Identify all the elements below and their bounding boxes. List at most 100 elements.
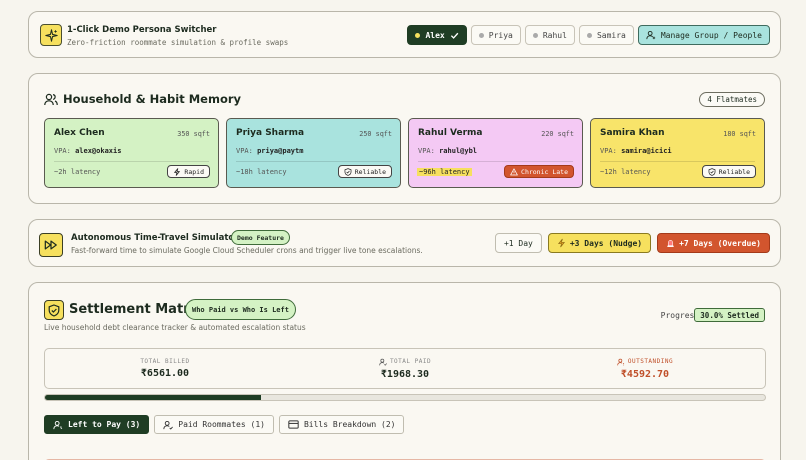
member-sqft: 220 sqft: [541, 130, 574, 138]
stat-value: ₹1968.30: [380, 368, 430, 380]
user-clock-icon: [53, 420, 63, 429]
divider: [600, 161, 755, 162]
member-vpa: VPA: samira@icici: [600, 147, 672, 155]
member-name: Priya Sharma: [236, 128, 305, 138]
tab-bills-breakdown[interactable]: Bills Breakdown (2): [278, 415, 405, 434]
member-vpa: VPA: rahul@ybl: [418, 147, 477, 155]
demo-feature-badge: Demo Feature: [231, 230, 290, 245]
status-dot-icon: [586, 32, 592, 38]
stat-label-row: TOTAL PAID: [379, 358, 431, 366]
tag-label: Rapid: [184, 167, 204, 176]
member-sqft: 350 sqft: [177, 130, 210, 138]
settlement-title: Settlement Matrix: [69, 302, 203, 317]
settlement-stats: TOTAL BILLED ₹6561.00 TOTAL PAID ₹1968.3…: [44, 348, 766, 389]
simulator-subtitle: Fast-forward time to simulate Google Clo…: [71, 246, 423, 255]
status-dot-icon: [478, 32, 484, 38]
total-billed-stat: TOTAL BILLED ₹6561.00: [45, 349, 285, 388]
who-paid-badge: Who Paid vs Who Is Left: [185, 299, 296, 320]
member-sqft: 180 sqft: [723, 130, 756, 138]
plus-seven-days-button[interactable]: +7 Days (Overdue): [657, 233, 770, 253]
member-vpa: VPA: priya@paytm: [236, 147, 303, 155]
divider: [236, 161, 391, 162]
member-latency: ~96h latency: [417, 168, 472, 176]
lightning-icon: [174, 167, 181, 176]
divider: [418, 161, 573, 162]
member-latency: ~2h latency: [54, 168, 101, 176]
credit-card-icon: [288, 420, 299, 429]
chronic-late-badge: Chronic Late: [504, 165, 574, 178]
flatmates-count-badge: 4 Flatmates: [699, 92, 765, 107]
member-card-alex[interactable]: Alex Chen 350 sqft VPA: alex@okaxis ~2h …: [44, 118, 219, 188]
user-check-icon: [379, 358, 387, 366]
manage-group-label: Manage Group / People: [660, 30, 762, 40]
switcher-subtitle: Zero-friction roommate simulation & prof…: [67, 38, 289, 47]
users-icon: [44, 93, 58, 105]
divider: [54, 161, 209, 162]
household-panel: Household & Habit Memory 4 Flatmates Ale…: [28, 73, 781, 204]
reliable-badge: Reliable: [701, 165, 756, 178]
siren-icon: [667, 240, 674, 247]
settlement-subtitle: Live household debt clearance tracker & …: [44, 323, 306, 332]
tab-label: Bills Breakdown (2): [303, 420, 396, 429]
outstanding-stat: OUTSTANDING ₹4592.70: [525, 349, 765, 388]
member-card-samira[interactable]: Samira Khan 180 sqft VPA: samira@icici ~…: [590, 118, 765, 188]
member-sqft: 250 sqft: [359, 130, 392, 138]
button-label: +7 Days (Overdue): [679, 238, 761, 248]
status-dot-icon: [532, 32, 538, 38]
rapid-badge: Rapid: [167, 165, 210, 178]
tag-label: Reliable: [354, 167, 386, 176]
member-card-priya[interactable]: Priya Sharma 250 sqft VPA: priya@paytm ~…: [226, 118, 401, 188]
user-alert-icon: [617, 358, 624, 365]
fast-forward-icon: [39, 233, 63, 257]
button-label: +3 Days (Nudge): [569, 238, 643, 248]
persona-label: Priya: [488, 30, 513, 40]
member-card-rahul[interactable]: Rahul Verma 220 sqft VPA: rahul@ybl ~96h…: [408, 118, 583, 188]
persona-rahul-button[interactable]: Rahul: [524, 25, 575, 45]
tab-label: Left to Pay (3): [68, 420, 141, 429]
user-settings-icon: [646, 30, 656, 40]
member-latency: ~12h latency: [600, 168, 651, 176]
household-title: Household & Habit Memory: [63, 92, 242, 106]
member-name: Samira Khan: [600, 128, 665, 138]
vpa-label: VPA:: [54, 147, 71, 155]
stat-label: TOTAL BILLED: [140, 358, 190, 365]
stat-value: ₹6561.00: [140, 368, 190, 379]
user-check-icon: [163, 420, 174, 430]
stat-value: ₹4592.70: [620, 368, 670, 380]
tab-paid-roommates[interactable]: Paid Roommates (1): [154, 415, 274, 434]
stat-label: TOTAL PAID: [389, 358, 432, 365]
plus-three-days-button[interactable]: +3 Days (Nudge): [547, 233, 652, 253]
persona-samira-button[interactable]: Samira: [578, 25, 634, 45]
shield-icon: [44, 300, 64, 320]
status-dot-icon: [415, 32, 421, 38]
tab-label: Paid Roommates (1): [178, 420, 265, 429]
vpa-value: samira@icici: [621, 147, 672, 155]
tag-label: Chronic Late: [521, 167, 568, 176]
switcher-title: 1-Click Demo Persona Switcher: [67, 25, 217, 35]
persona-switcher-panel: 1-Click Demo Persona Switcher Zero-frict…: [28, 11, 781, 58]
stat-label: OUTSTANDING: [627, 358, 674, 365]
check-icon: [450, 32, 459, 39]
sparkle-icon: [40, 24, 62, 46]
vpa-label: VPA:: [600, 147, 617, 155]
vpa-label: VPA:: [418, 147, 435, 155]
settlement-panel: Settlement Matrix Who Paid vs Who Is Lef…: [28, 282, 781, 460]
button-label: +1 Day: [503, 238, 533, 248]
plus-one-day-button[interactable]: +1 Day: [494, 233, 542, 253]
stat-label-row: OUTSTANDING: [617, 358, 673, 366]
lightning-icon: [557, 238, 565, 248]
vpa-value: priya@paytm: [257, 147, 304, 155]
manage-group-button[interactable]: Manage Group / People: [637, 25, 770, 45]
tab-left-to-pay[interactable]: Left to Pay (3): [44, 415, 150, 434]
shield-check-icon: [344, 167, 352, 176]
progress-bar-fill: [45, 395, 261, 400]
member-name: Alex Chen: [54, 128, 105, 138]
total-paid-stat: TOTAL PAID ₹1968.30: [285, 349, 525, 388]
reliable-badge: Reliable: [337, 165, 392, 178]
tag-label: Reliable: [718, 167, 750, 176]
persona-alex-button[interactable]: Alex: [407, 25, 467, 45]
persona-label: Alex: [425, 30, 445, 40]
shield-check-icon: [708, 167, 716, 176]
persona-label: Samira: [596, 30, 626, 40]
persona-priya-button[interactable]: Priya: [470, 25, 521, 45]
